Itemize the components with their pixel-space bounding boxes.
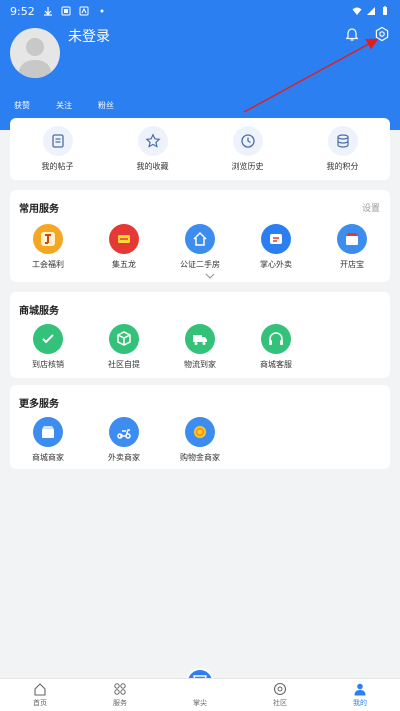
takeout-merchant-button[interactable]: 外卖商家 xyxy=(86,417,162,463)
dot-icon xyxy=(100,9,104,13)
nav-services[interactable]: 服务 xyxy=(80,679,160,711)
my-points-button[interactable]: 我的积分 xyxy=(303,126,383,172)
notarized-house-label: 公证二手房 xyxy=(180,260,220,269)
nav-center[interactable]: 掌尖 xyxy=(160,679,240,711)
truck-icon xyxy=(185,324,215,354)
my-points-label: 我的积分 xyxy=(326,162,359,171)
browse-history-label: 浏览历史 xyxy=(231,162,264,171)
common-services-title: 常用服务 xyxy=(19,204,59,215)
clock-icon xyxy=(232,126,263,156)
mall-support-label: 商城客服 xyxy=(260,360,292,369)
my-favorites-button[interactable]: 我的收藏 xyxy=(113,126,193,172)
status-time: 9:52 xyxy=(10,4,35,18)
notification-icon xyxy=(61,6,71,16)
mall-merchant-button[interactable]: 商城商家 xyxy=(10,417,86,463)
community-icon xyxy=(273,682,287,696)
takeout-label: 掌心外卖 xyxy=(260,260,292,269)
default-avatar-icon xyxy=(18,38,52,78)
notarized-house-button[interactable]: 公证二手房 xyxy=(162,224,238,270)
bell-icon[interactable] xyxy=(344,26,360,42)
shop-icon xyxy=(337,224,367,254)
nav-center-label: 掌尖 xyxy=(193,699,207,707)
notification-icon xyxy=(79,6,89,16)
username-login-link[interactable]: 未登录 xyxy=(68,26,110,46)
battery-icon xyxy=(383,6,387,15)
nav-home[interactable]: 首页 xyxy=(0,679,80,711)
headset-icon xyxy=(261,324,291,354)
takeout-merchant-label: 外卖商家 xyxy=(108,453,140,462)
settings-icon[interactable] xyxy=(374,26,390,42)
quick-actions-card: 我的帖子 我的收藏 浏览历史 我的积分 xyxy=(10,118,390,180)
nav-community[interactable]: 社区 xyxy=(240,679,320,711)
document-icon xyxy=(42,126,73,156)
house-icon xyxy=(185,224,215,254)
database-icon xyxy=(327,126,358,156)
union-benefit-icon xyxy=(33,224,63,254)
mall-services-title: 商城服务 xyxy=(19,306,59,317)
download-icon xyxy=(43,7,52,16)
collect-dragon-label: 集五龙 xyxy=(112,260,136,269)
chevron-down-icon[interactable] xyxy=(204,272,216,280)
common-services-card: 常用服务 设置 工会福利 集五龙 公证二手房 掌心外卖 开店宝 xyxy=(10,190,390,282)
scooter-icon xyxy=(109,417,139,447)
wifi-icon xyxy=(352,7,362,15)
nav-mine[interactable]: 我的 xyxy=(320,679,400,711)
community-pickup-button[interactable]: 社区自提 xyxy=(86,324,162,370)
nav-services-label: 服务 xyxy=(113,699,127,707)
bottom-nav: 首页 服务 掌尖 社区 我的 xyxy=(0,678,400,711)
nav-home-label: 首页 xyxy=(33,699,47,707)
shopping-gold-merchant-button[interactable]: 购物金商家 xyxy=(162,417,238,463)
avatar[interactable] xyxy=(10,28,60,78)
signal-icon xyxy=(367,7,375,15)
store-verify-label: 到店核销 xyxy=(32,360,64,369)
shop-treasure-button[interactable]: 开店宝 xyxy=(314,224,390,270)
collect-dragon-button[interactable]: 集五龙 xyxy=(86,224,162,270)
star-icon xyxy=(137,126,168,156)
store-verify-button[interactable]: 到店核销 xyxy=(10,324,86,370)
logistics-delivery-button[interactable]: 物流到家 xyxy=(162,324,238,370)
profile-stats: 获赞 关注 粉丝 xyxy=(14,100,114,111)
more-services-card: 更多服务 商城商家 外卖商家 购物金商家 xyxy=(10,385,390,469)
union-benefit-button[interactable]: 工会福利 xyxy=(10,224,86,270)
verify-icon xyxy=(33,324,63,354)
coin-icon xyxy=(185,417,215,447)
status-bar: 9:52 xyxy=(0,0,400,22)
logistics-delivery-label: 物流到家 xyxy=(184,360,216,369)
community-pickup-label: 社区自提 xyxy=(108,360,140,369)
takeout-icon xyxy=(261,224,291,254)
pickup-icon xyxy=(109,324,139,354)
my-posts-button[interactable]: 我的帖子 xyxy=(18,126,98,172)
my-posts-label: 我的帖子 xyxy=(41,162,74,171)
mall-support-button[interactable]: 商城客服 xyxy=(238,324,314,370)
nav-community-label: 社区 xyxy=(273,699,287,707)
shopping-gold-merchant-label: 购物金商家 xyxy=(180,453,220,462)
mall-services-card: 商城服务 到店核销 社区自提 物流到家 商城客服 xyxy=(10,292,390,378)
stat-following[interactable]: 关注 xyxy=(56,100,72,111)
shop-treasure-label: 开店宝 xyxy=(340,260,364,269)
mall-merchant-label: 商城商家 xyxy=(32,453,64,462)
more-services-title: 更多服务 xyxy=(19,399,59,410)
user-icon xyxy=(354,683,366,696)
stat-likes[interactable]: 获赞 xyxy=(14,100,30,111)
my-favorites-label: 我的收藏 xyxy=(136,162,169,171)
browse-history-button[interactable]: 浏览历史 xyxy=(208,126,288,172)
collect-dragon-icon xyxy=(109,224,139,254)
store-icon xyxy=(33,417,63,447)
takeout-button[interactable]: 掌心外卖 xyxy=(238,224,314,270)
grid-icon xyxy=(114,683,126,695)
stat-fans[interactable]: 粉丝 xyxy=(98,100,114,111)
nav-mine-label: 我的 xyxy=(353,699,367,707)
home-icon xyxy=(34,683,46,696)
union-benefit-label: 工会福利 xyxy=(32,260,64,269)
common-services-settings-link[interactable]: 设置 xyxy=(362,201,380,214)
